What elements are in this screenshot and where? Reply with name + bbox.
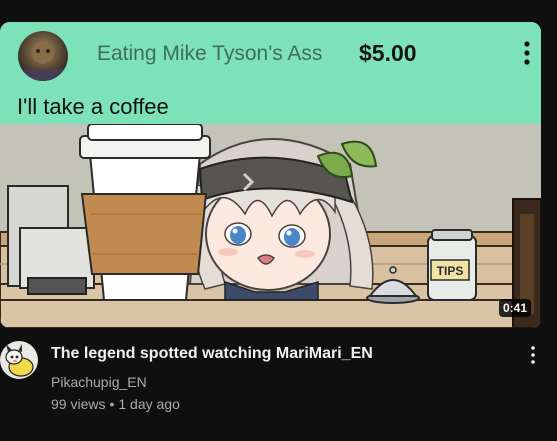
thumbnail-illustration: TIPS: [0, 123, 541, 328]
video-title[interactable]: The legend spotted watching MariMari_EN: [51, 345, 373, 363]
superchat-author-name: Eating Mike Tyson's Ass: [97, 42, 323, 65]
channel-name[interactable]: Pikachupig_EN: [51, 374, 147, 390]
video-more-icon[interactable]: [525, 345, 541, 365]
meta-separator: •: [109, 396, 115, 412]
video-metadata: 99 views • 1 day ago: [51, 396, 180, 412]
superchat-message: I'll take a coffee: [17, 94, 169, 119]
superchat-banner: Eating Mike Tyson's Ass $5.00 I'll take …: [0, 22, 541, 124]
video-duration-badge: 0:41: [499, 299, 532, 317]
view-count: 99 views: [51, 396, 106, 412]
channel-avatar[interactable]: [0, 341, 38, 379]
superchat-author-avatar: [18, 31, 68, 81]
superchat-more-icon[interactable]: [519, 38, 535, 68]
upload-age: 1 day ago: [118, 396, 180, 412]
tips-jar-label: TIPS: [437, 264, 464, 278]
video-thumbnail[interactable]: Eating Mike Tyson's Ass $5.00 I'll take …: [0, 22, 541, 328]
superchat-amount: $5.00: [359, 40, 417, 66]
